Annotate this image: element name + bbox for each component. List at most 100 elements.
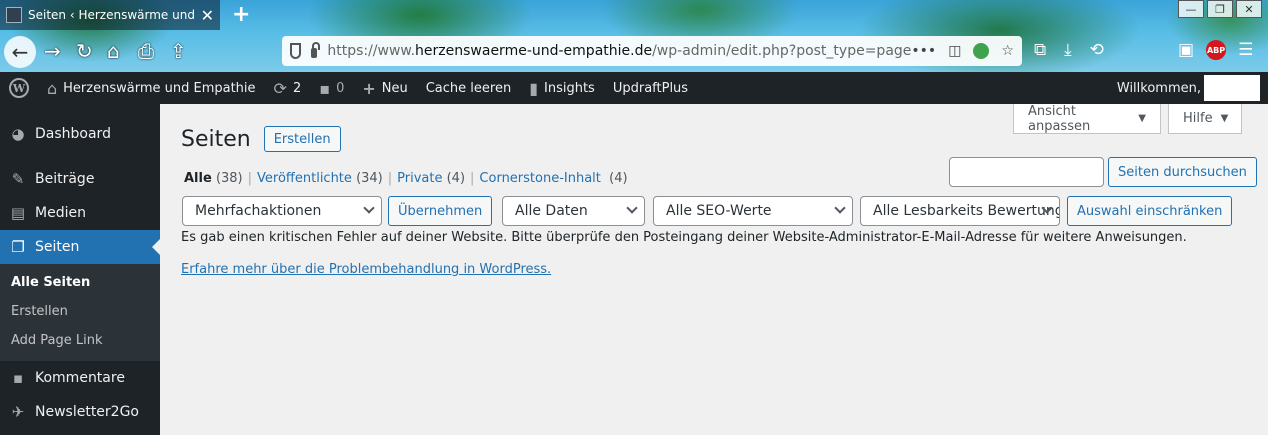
forward-arrow-icon[interactable]: → bbox=[44, 40, 61, 62]
address-bar[interactable]: https://www.herzenswaerme-und-empathie.d… bbox=[282, 36, 1022, 66]
filter-button[interactable]: Auswahl einschränken bbox=[1067, 196, 1233, 226]
main-content: Ansicht anpassen ▼ Hilfe ▼ Seiten Erstel… bbox=[160, 104, 1268, 435]
sidebar-item-label: Dashboard bbox=[35, 126, 111, 142]
readability-filter-select[interactable]: Alle Lesbarkeits Bewertungen bbox=[860, 196, 1060, 226]
submenu-add-new[interactable]: Erstellen bbox=[0, 297, 160, 326]
download-icon[interactable]: ⤓ bbox=[1064, 40, 1072, 60]
upload-icon[interactable]: ⇪ bbox=[170, 40, 187, 62]
tab-close-icon[interactable]: ✕ bbox=[201, 6, 214, 25]
sidebar-item-pages[interactable]: ❐ Seiten bbox=[0, 230, 160, 264]
updates-icon: ⟳ bbox=[273, 78, 287, 98]
avatar bbox=[1204, 75, 1260, 101]
site-name-link[interactable]: ⌂ Herzenswärme und Empathie bbox=[38, 72, 265, 104]
dashboard-icon: ◕ bbox=[11, 125, 25, 143]
bulk-actions-select[interactable]: Mehrfachaktionen bbox=[182, 196, 382, 226]
insights-link[interactable]: ▮ Insights bbox=[520, 72, 604, 104]
account-menu[interactable]: Willkommen, bbox=[1117, 75, 1268, 101]
screenshot-icon[interactable]: ⧉ bbox=[1034, 40, 1046, 60]
help-toggle[interactable]: Hilfe ▼ bbox=[1168, 104, 1242, 134]
filter-published-label: Veröffentlichte bbox=[257, 171, 352, 186]
url-prefix: https://www. bbox=[327, 43, 416, 59]
page-actions-icon[interactable]: ••• bbox=[911, 43, 936, 59]
date-filter-select[interactable]: Alle Daten bbox=[502, 196, 645, 226]
back-arrow-icon[interactable]: ← bbox=[4, 36, 36, 68]
folder-icon[interactable]: ▣ bbox=[1178, 40, 1194, 60]
bulk-actions-value: Mehrfachaktionen bbox=[195, 203, 322, 219]
updates-link[interactable]: ⟳ 2 bbox=[265, 72, 311, 104]
filter-private-label: Private bbox=[397, 171, 443, 186]
filter-cornerstone[interactable]: Cornerstone-Inhalt (4) bbox=[479, 171, 627, 186]
seo-filter-value: Alle SEO-Werte bbox=[666, 203, 772, 219]
new-content-menu[interactable]: + Neu bbox=[353, 72, 416, 104]
browser-tab[interactable]: Seiten ‹ Herzenswärme und Em ✕ bbox=[0, 0, 220, 30]
filter-published-count: (34) bbox=[356, 171, 383, 186]
screen-options-label: Ansicht anpassen bbox=[1028, 103, 1091, 134]
clear-cache-label: Cache leeren bbox=[425, 80, 512, 96]
apply-button[interactable]: Übernehmen bbox=[388, 196, 493, 226]
sidebar-item-comments[interactable]: ▪ Kommentare bbox=[0, 361, 160, 395]
sidebar-item-label: Newsletter2Go bbox=[35, 404, 140, 420]
menu-icon[interactable]: ☰ bbox=[1238, 40, 1253, 60]
critical-error-message: Es gab einen kritischen Fehler auf deine… bbox=[181, 230, 1187, 245]
admin-sidebar: ◕ Dashboard ✎ Beiträge ▤ Medien ❐ Seiten… bbox=[0, 104, 160, 435]
troubleshooting-link[interactable]: Erfahre mehr über die Problembehandlung … bbox=[181, 262, 551, 277]
new-label: Neu bbox=[381, 80, 408, 96]
insights-label: Insights bbox=[544, 80, 595, 96]
sidebar-item-posts[interactable]: ✎ Beiträge bbox=[0, 162, 160, 196]
extension-green-icon[interactable] bbox=[973, 43, 990, 59]
sidebar-item-media[interactable]: ▤ Medien bbox=[0, 196, 160, 230]
separator: | bbox=[387, 171, 393, 186]
search-input[interactable] bbox=[949, 157, 1104, 187]
lock-icon[interactable] bbox=[310, 42, 320, 58]
page-status-filters: Alle (38) | Veröffentlichte (34) | Priva… bbox=[184, 171, 628, 186]
window-controls: — ❐ ✕ bbox=[1175, 0, 1262, 18]
tracking-shield-icon[interactable] bbox=[290, 43, 301, 59]
home-icon[interactable]: ⌂ bbox=[107, 40, 120, 62]
separator: | bbox=[247, 171, 253, 186]
browser-chrome: Seiten ‹ Herzenswärme und Em ✕ + — ❐ ✕ ←… bbox=[0, 0, 1268, 72]
search-pages-button[interactable]: Seiten durchsuchen bbox=[1108, 157, 1257, 187]
caret-down-icon: ▼ bbox=[1138, 113, 1146, 124]
sidebar-item-label: Medien bbox=[35, 205, 86, 221]
page-title: Seiten bbox=[181, 126, 251, 152]
print-icon[interactable]: ⎙ bbox=[138, 40, 154, 62]
minimize-button[interactable]: — bbox=[1178, 0, 1204, 18]
wp-admin-bar: W ⌂ Herzenswärme und Empathie ⟳ 2 ▪ 0 + … bbox=[0, 72, 1268, 104]
filter-all[interactable]: Alle (38) bbox=[184, 171, 243, 186]
sidebar-item-dashboard[interactable]: ◕ Dashboard bbox=[0, 117, 160, 151]
sidebar-item-newsletter2go[interactable]: ✈ Newsletter2Go bbox=[0, 395, 160, 429]
date-filter-value: Alle Daten bbox=[515, 203, 588, 219]
wp-logo-menu[interactable]: W bbox=[0, 72, 38, 104]
sidebar-item-label: Kommentare bbox=[35, 370, 125, 386]
updraftplus-link[interactable]: UpdraftPlus bbox=[604, 72, 697, 104]
maximize-button[interactable]: ❐ bbox=[1207, 0, 1233, 18]
sidebar-item-label: Seiten bbox=[35, 239, 80, 255]
reload-icon[interactable]: ↻ bbox=[76, 40, 93, 62]
seo-filter-select[interactable]: Alle SEO-Werte bbox=[653, 196, 853, 226]
comment-icon: ▪ bbox=[319, 78, 331, 98]
filter-published[interactable]: Veröffentlichte (34) bbox=[257, 171, 383, 186]
pin-icon: ✎ bbox=[11, 170, 25, 188]
clear-cache-link[interactable]: Cache leeren bbox=[417, 72, 520, 104]
url-path: /wp-admin/edit.php?post_type=page bbox=[652, 43, 912, 59]
comments-link[interactable]: ▪ 0 bbox=[310, 72, 353, 104]
sync-icon[interactable]: ⟲ bbox=[1090, 40, 1104, 60]
home-icon: ⌂ bbox=[47, 78, 58, 98]
submenu-add-page-link[interactable]: Add Page Link bbox=[0, 326, 160, 355]
wordpress-favicon-icon bbox=[6, 7, 22, 23]
adblock-plus-icon[interactable]: ABP bbox=[1206, 40, 1227, 60]
pages-submenu: Alle Seiten Erstellen Add Page Link bbox=[0, 264, 160, 361]
filter-cornerstone-count: (4) bbox=[609, 171, 628, 186]
screen-options-toggle[interactable]: Ansicht anpassen ▼ bbox=[1013, 104, 1161, 134]
close-window-button[interactable]: ✕ bbox=[1236, 0, 1262, 18]
add-new-page-button[interactable]: Erstellen bbox=[263, 126, 341, 152]
submenu-all-pages[interactable]: Alle Seiten bbox=[0, 268, 160, 297]
url-text[interactable]: https://www.herzenswaerme-und-empathie.d… bbox=[327, 43, 911, 59]
new-tab-icon[interactable]: + bbox=[232, 2, 250, 27]
filter-private[interactable]: Private (4) bbox=[397, 171, 465, 186]
pocket-icon[interactable]: ◫ bbox=[948, 43, 961, 59]
bookmark-star-icon[interactable]: ☆ bbox=[1001, 43, 1014, 59]
url-domain: herzenswaerme-und-empathie.de bbox=[415, 43, 653, 59]
filter-cornerstone-label: Cornerstone-Inhalt bbox=[479, 171, 601, 186]
plus-icon: + bbox=[362, 78, 376, 98]
